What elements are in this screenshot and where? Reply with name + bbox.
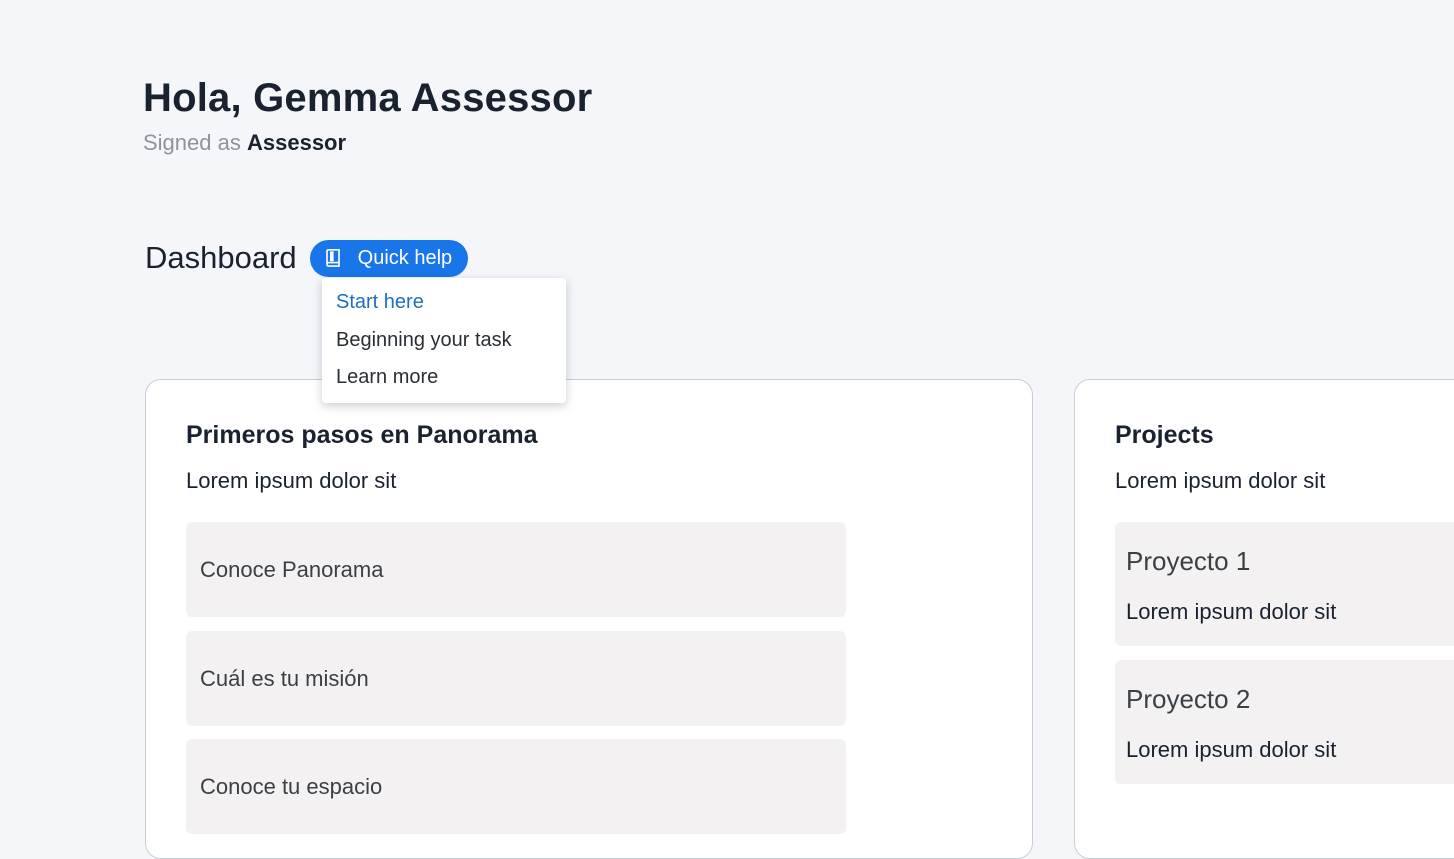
step-label: Conoce Panorama	[200, 556, 384, 582]
projects-card: Projects Lorem ipsum dolor sit Proyecto …	[1074, 379, 1454, 859]
quick-help-menu: Start here Beginning your task Learn mor…	[322, 278, 566, 403]
signed-role: Assessor	[246, 130, 347, 155]
project-name: Proyecto 2	[1126, 684, 1251, 714]
projects-subtitle: Lorem ipsum dolor sit	[1115, 468, 1326, 493]
getting-started-title: Primeros pasos en Panorama	[186, 421, 538, 449]
book-icon	[325, 249, 340, 267]
quick-help-label: Quick help	[357, 246, 453, 269]
signed-as-prefix: Signed as	[143, 130, 241, 155]
project-item-2[interactable]: Proyecto 2 Lorem ipsum dolor sit	[1115, 660, 1454, 784]
project-item-1[interactable]: Proyecto 1 Lorem ipsum dolor sit	[1115, 522, 1454, 646]
getting-started-subtitle: Lorem ipsum dolor sit	[186, 468, 397, 493]
greeting-heading: Hola, Gemma Assessor	[143, 76, 593, 120]
project-description: Lorem ipsum dolor sit	[1126, 737, 1337, 762]
step-item-conoce-tu-espacio[interactable]: Conoce tu espacio	[186, 739, 846, 834]
menu-item-beginning-your-task[interactable]: Beginning your task	[322, 325, 566, 363]
dashboard-title: Dashboard	[145, 240, 297, 275]
signed-as-text: Signed as Assessor	[143, 128, 346, 158]
project-name: Proyecto 1	[1126, 546, 1251, 576]
projects-title: Projects	[1115, 421, 1214, 449]
step-label: Cuál es tu misión	[200, 665, 369, 691]
menu-item-start-here[interactable]: Start here	[322, 287, 566, 325]
step-label: Conoce tu espacio	[200, 773, 383, 799]
step-item-conoce-panorama[interactable]: Conoce Panorama	[186, 522, 846, 617]
project-description: Lorem ipsum dolor sit	[1126, 599, 1337, 624]
step-item-cual-es-tu-mision[interactable]: Cuál es tu misión	[186, 631, 846, 726]
dashboard-header: Dashboard Quick help	[145, 238, 469, 278]
getting-started-card: Primeros pasos en Panorama Lorem ipsum d…	[145, 379, 1033, 859]
menu-item-learn-more[interactable]: Learn more	[322, 362, 566, 400]
quick-help-button[interactable]: Quick help	[309, 239, 469, 277]
